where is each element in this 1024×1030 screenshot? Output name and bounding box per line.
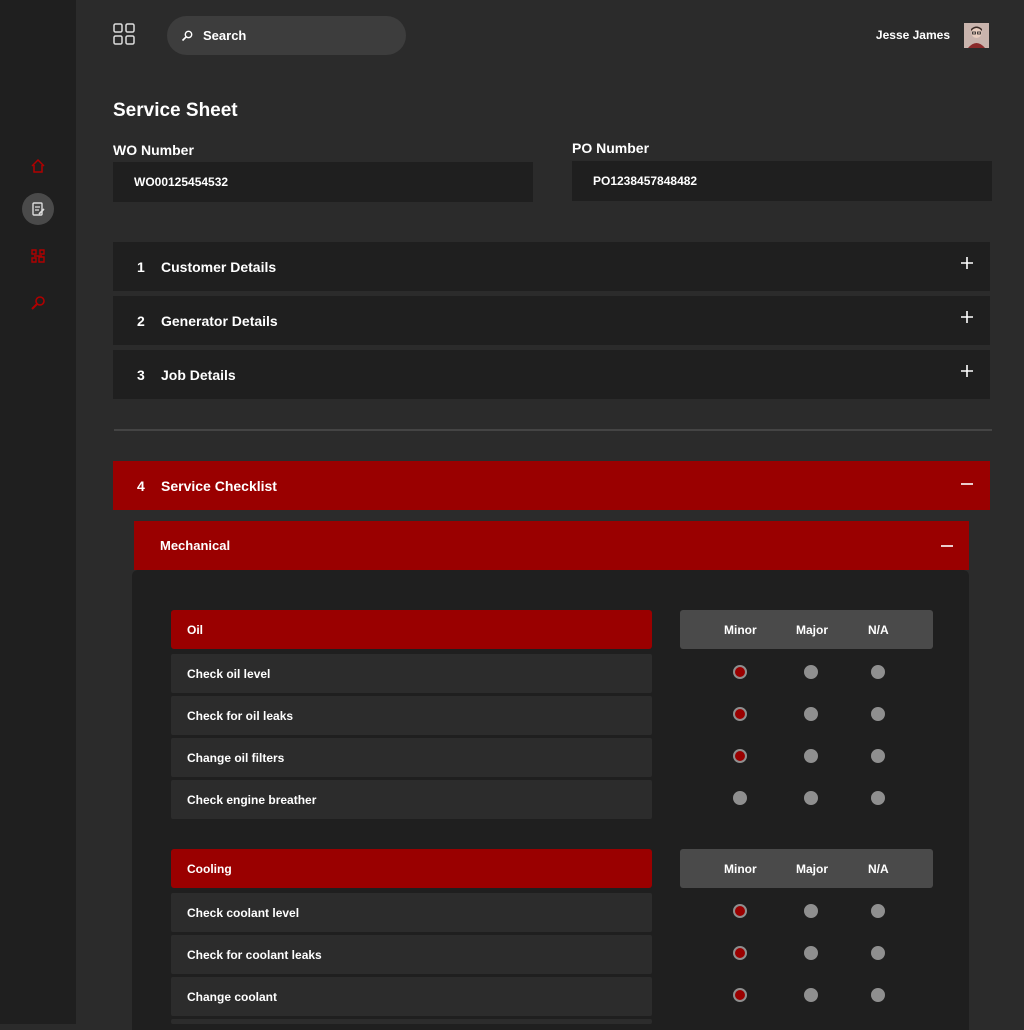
column-minor: Minor [724, 862, 757, 876]
radio-na[interactable] [871, 665, 885, 679]
radio-minor[interactable] [733, 988, 747, 1002]
checklist-row: Check for oil leaks [171, 696, 652, 735]
subsection-mechanical[interactable]: Mechanical [134, 521, 969, 570]
po-number-field[interactable] [572, 161, 992, 201]
section-job-details[interactable]: 3 Job Details [113, 350, 990, 399]
radio-major[interactable] [804, 946, 818, 960]
checklist-row: Check for coolant leaks [171, 935, 652, 974]
checklist-row: Check coolant level [171, 893, 652, 932]
sidebar [0, 0, 76, 1024]
checklist-row [171, 1019, 652, 1024]
group-header-oil: Oil [171, 610, 652, 649]
group-header-cooling: Cooling [171, 849, 652, 888]
apps-grid-icon[interactable] [113, 23, 135, 45]
radio-major[interactable] [804, 904, 818, 918]
radio-major[interactable] [804, 791, 818, 805]
column-major: Major [796, 862, 829, 876]
subsection-label: Mechanical [160, 538, 231, 553]
wo-number-label: WO Number [113, 142, 194, 158]
item-label: Check oil level [187, 666, 271, 681]
section-number: 2 [137, 312, 145, 329]
radio-na[interactable] [871, 749, 885, 763]
column-major: Major [796, 623, 829, 637]
sidebar-item-home[interactable] [22, 150, 54, 182]
section-label: Service Checklist [161, 477, 277, 494]
section-customer-details[interactable]: 1 Customer Details [113, 242, 990, 291]
radio-major[interactable] [804, 749, 818, 763]
section-label: Customer Details [161, 258, 277, 275]
search-input[interactable] [203, 28, 383, 43]
radio-minor[interactable] [733, 791, 747, 805]
radio-na[interactable] [871, 791, 885, 805]
column-headers: Minor Major N/A [680, 849, 933, 888]
checklist-row: Check oil level [171, 654, 652, 693]
wo-number-field[interactable] [113, 162, 533, 202]
item-label: Change oil filters [187, 750, 285, 765]
radio-minor[interactable] [733, 946, 747, 960]
radio-minor[interactable] [733, 904, 747, 918]
page-title: Service Sheet [113, 100, 238, 121]
column-minor: Minor [724, 623, 757, 637]
column-na: N/A [868, 862, 889, 876]
avatar[interactable] [964, 23, 989, 48]
qr-code-icon [31, 249, 45, 263]
section-number: 3 [137, 366, 145, 383]
checklist-row: Change coolant [171, 977, 652, 1016]
search-icon [31, 296, 45, 310]
item-label: Check engine breather [187, 792, 317, 807]
radio-na[interactable] [871, 707, 885, 721]
section-number: 1 [137, 258, 145, 275]
item-label: Change coolant [187, 989, 278, 1004]
column-na: N/A [868, 623, 889, 637]
sidebar-item-service-sheet[interactable] [22, 193, 54, 225]
sidebar-item-search[interactable] [22, 287, 54, 319]
plus-icon [961, 257, 973, 269]
radio-na[interactable] [871, 946, 885, 960]
minus-icon [941, 545, 953, 547]
radio-major[interactable] [804, 665, 818, 679]
section-number: 4 [137, 477, 145, 494]
radio-major[interactable] [804, 707, 818, 721]
checklist-row: Change oil filters [171, 738, 652, 777]
radio-minor[interactable] [733, 707, 747, 721]
radio-minor[interactable] [733, 749, 747, 763]
radio-major[interactable] [804, 988, 818, 1002]
divider [114, 429, 992, 431]
sidebar-item-scan[interactable] [22, 240, 54, 272]
section-label: Job Details [161, 366, 236, 383]
user-name[interactable]: Jesse James [876, 28, 950, 42]
item-label: Check for coolant leaks [187, 947, 322, 962]
plus-icon [961, 365, 973, 377]
po-number-label: PO Number [572, 140, 650, 156]
minus-icon [961, 483, 973, 485]
plus-icon [961, 311, 973, 323]
home-icon [31, 158, 45, 173]
section-label: Generator Details [161, 312, 278, 329]
item-label: Check coolant level [187, 905, 300, 920]
search-bar [167, 16, 406, 55]
document-edit-icon [32, 202, 45, 216]
section-service-checklist[interactable]: 4 Service Checklist [113, 461, 990, 510]
radio-minor[interactable] [733, 665, 747, 679]
item-label: Check for oil leaks [187, 708, 294, 723]
checklist-row: Check engine breather [171, 780, 652, 819]
radio-na[interactable] [871, 904, 885, 918]
search-icon [181, 30, 193, 41]
section-generator-details[interactable]: 2 Generator Details [113, 296, 990, 345]
radio-na[interactable] [871, 988, 885, 1002]
column-headers: Minor Major N/A [680, 610, 933, 649]
